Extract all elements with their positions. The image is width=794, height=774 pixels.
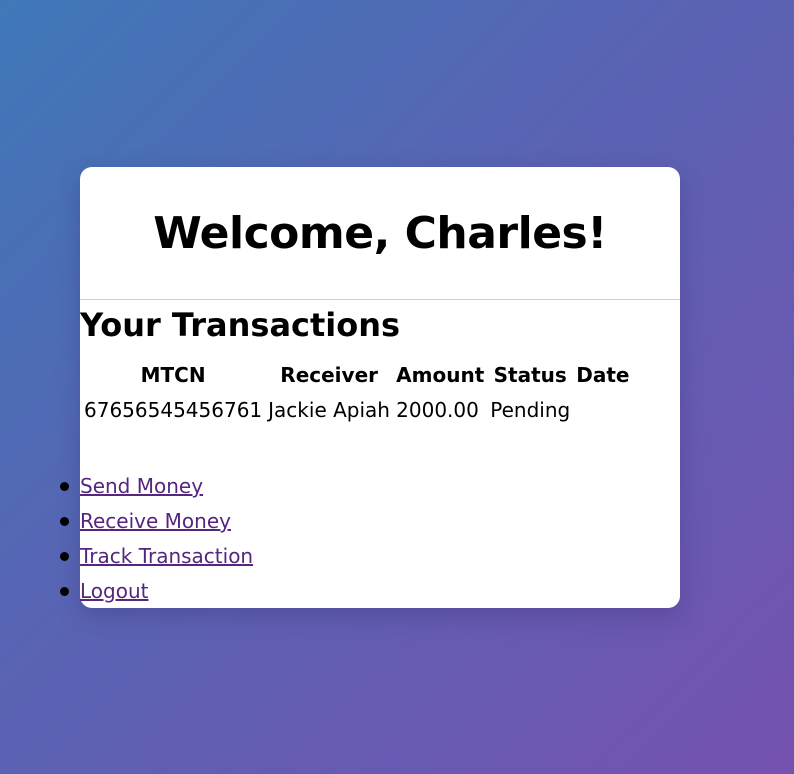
cell-mtcn: 67656545456761: [84, 398, 263, 422]
bullet-icon: [60, 482, 69, 491]
bullet-icon: [60, 517, 69, 526]
list-item: Receive Money: [60, 504, 253, 539]
cell-status: Pending: [490, 398, 571, 422]
cell-amount: 2000.00: [396, 398, 479, 422]
cell-date: [574, 393, 631, 428]
nav-list: Send Money Receive Money Track Transacti…: [60, 469, 253, 609]
receive-money-link[interactable]: Receive Money: [80, 509, 231, 533]
page-title: Welcome, Charles!: [153, 207, 607, 259]
column-header-status: Status: [493, 363, 567, 387]
list-item: Logout: [60, 574, 253, 609]
send-money-link[interactable]: Send Money: [80, 474, 203, 498]
column-header-receiver: Receiver: [280, 363, 379, 387]
track-transaction-link[interactable]: Track Transaction: [80, 544, 253, 568]
bullet-icon: [60, 552, 69, 561]
card-header: Welcome, Charles!: [80, 167, 680, 300]
column-header-mtcn: MTCN: [140, 363, 206, 387]
list-item: Track Transaction: [60, 539, 253, 574]
list-item: Send Money: [60, 469, 253, 504]
transactions-heading: Your Transactions: [80, 306, 401, 344]
logout-link[interactable]: Logout: [80, 579, 148, 603]
transactions-table: MTCN Receiver Amount Status Date 6765654…: [80, 357, 633, 430]
table-row: 67656545456761 Jackie Apiah 2000.00 Pend…: [82, 393, 631, 428]
bullet-icon: [60, 587, 69, 596]
dashboard-card: Welcome, Charles! Your Transactions MTCN…: [60, 167, 680, 609]
column-header-amount: Amount: [396, 363, 485, 387]
table-header-row: MTCN Receiver Amount Status Date: [82, 359, 631, 391]
column-header-date: Date: [576, 363, 630, 387]
cell-receiver: Jackie Apiah: [268, 398, 390, 422]
